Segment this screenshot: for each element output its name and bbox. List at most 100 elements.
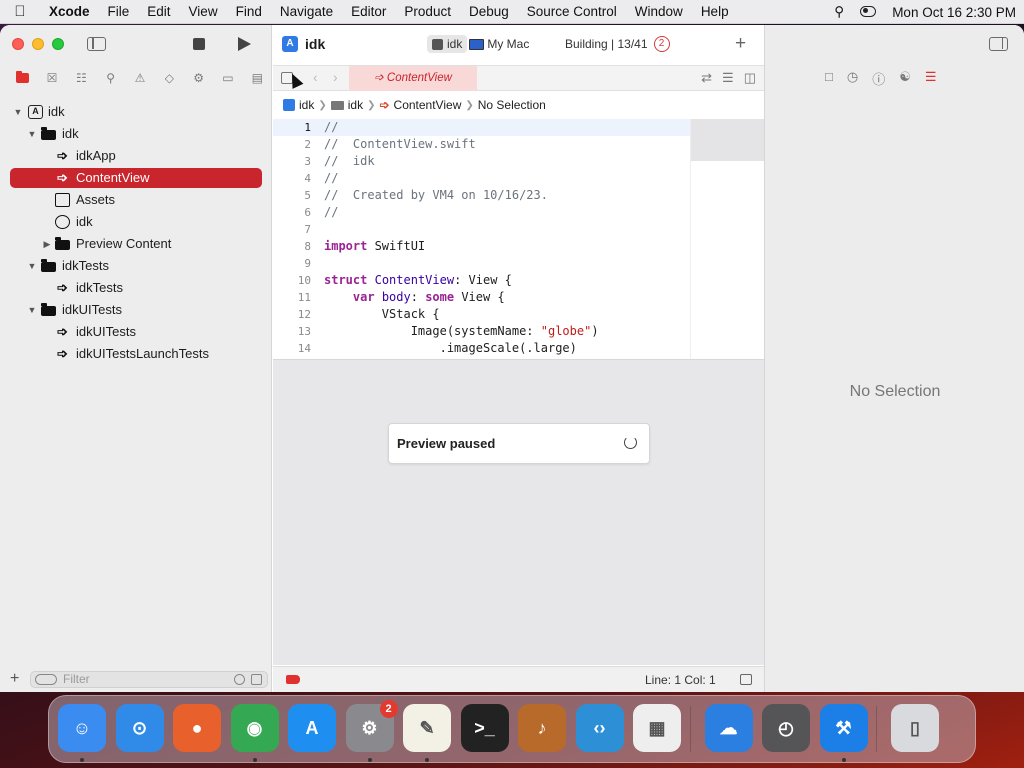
breakpoint-navigator-tab-icon[interactable]: ▭: [213, 69, 242, 87]
tree-item-idktests-folder[interactable]: ▼ idkTests: [0, 255, 272, 277]
debug-area-toggle-icon[interactable]: [740, 674, 752, 685]
code-text[interactable]: // Created by VM4 on 10/16/23.: [324, 187, 548, 204]
spotlight-icon[interactable]: ⚲: [826, 4, 852, 20]
code-text[interactable]: //: [324, 204, 338, 221]
finder-icon[interactable]: ☺: [58, 704, 106, 752]
code-line[interactable]: 4 //: [273, 170, 690, 187]
minimap-visible-region[interactable]: [691, 119, 765, 161]
code-line[interactable]: 1 //: [273, 119, 690, 136]
menu-view[interactable]: View: [180, 0, 227, 24]
source-control-filter-icon[interactable]: [251, 674, 262, 685]
minimize-window-button[interactable]: [32, 38, 44, 50]
code-text[interactable]: //: [324, 170, 338, 187]
tree-item-contentview[interactable]: ➩ ContentView: [0, 167, 272, 189]
terminal-icon[interactable]: >_: [460, 704, 509, 752]
chevron-down-icon[interactable]: ▼: [27, 299, 37, 321]
error-count-badge[interactable]: 2: [653, 36, 670, 52]
code-text[interactable]: // idk: [324, 153, 375, 170]
chevron-down-icon[interactable]: ▼: [13, 101, 23, 123]
add-editor-icon[interactable]: ◫: [744, 70, 756, 86]
menu-edit[interactable]: Edit: [138, 0, 179, 24]
back-arrow-icon[interactable]: ‹: [313, 69, 318, 85]
filter-options-icon[interactable]: [35, 674, 57, 685]
swap-editor-icon[interactable]: ⇄: [701, 70, 712, 86]
activity-icon[interactable]: ◴: [762, 704, 810, 752]
code-line[interactable]: 5 // Created by VM4 on 10/16/23.: [273, 187, 690, 204]
launchpad-icon[interactable]: ▦: [633, 704, 681, 752]
zoom-window-button[interactable]: [52, 38, 64, 50]
library-add-button[interactable]: +: [735, 33, 746, 55]
trash-icon[interactable]: ▯: [891, 704, 939, 752]
code-line[interactable]: 6 //: [273, 204, 690, 221]
close-window-button[interactable]: [12, 38, 24, 50]
stop-button[interactable]: [193, 38, 205, 50]
recent-files-icon[interactable]: [234, 674, 245, 685]
breadcrumb-symbol[interactable]: No Selection: [478, 98, 546, 112]
safari-icon[interactable]: ⊙: [115, 704, 164, 752]
symbol-navigator-tab-icon[interactable]: ☷: [67, 69, 96, 87]
menu-navigate[interactable]: Navigate: [271, 0, 342, 24]
scheme-selector[interactable]: idk My Mac: [427, 34, 529, 54]
source-control-tab-icon[interactable]: ☒: [37, 69, 66, 87]
chevron-down-icon[interactable]: ▼: [27, 123, 37, 145]
tree-item-idk-folder[interactable]: ▼ idk: [0, 123, 272, 145]
project-navigator-tab-icon[interactable]: [8, 69, 37, 87]
menubar-clock[interactable]: Mon Oct 16 2:30 PM: [884, 5, 1024, 20]
history-inspector-tab-icon[interactable]: ◷: [847, 69, 858, 88]
test-navigator-tab-icon[interactable]: ◇: [155, 69, 184, 87]
tree-item-idk-entitlements[interactable]: idk: [0, 211, 272, 233]
code-text[interactable]: VStack {: [324, 306, 440, 323]
code-text[interactable]: import SwiftUI: [324, 238, 425, 255]
file-inspector-tab-icon[interactable]: □: [825, 69, 833, 88]
tree-item-idk-project[interactable]: ▼ A idk: [0, 101, 272, 123]
breadcrumb-project[interactable]: idk: [299, 98, 314, 112]
garageband-icon[interactable]: ♪: [518, 704, 566, 752]
code-text[interactable]: // ContentView.swift: [324, 136, 476, 153]
code-line[interactable]: 7: [273, 221, 690, 238]
attributes-inspector-tab-icon[interactable]: ☰: [925, 69, 937, 88]
tree-item-idkuitests-folder[interactable]: ▼ idkUITests: [0, 299, 272, 321]
quick-help-tab-icon[interactable]: ⓘ: [872, 69, 885, 88]
preview-canvas[interactable]: Preview paused: [273, 359, 764, 665]
tree-item-assets[interactable]: Assets: [0, 189, 272, 211]
scheme-pill[interactable]: idk: [427, 35, 468, 53]
tab-contentview[interactable]: ➩ ContentView: [349, 66, 477, 91]
menu-app-name[interactable]: Xcode: [40, 0, 99, 24]
breadcrumb-folder[interactable]: idk: [348, 98, 363, 112]
tree-item-idkuitestslaunchtests[interactable]: ➩ idkUITestsLaunchTests: [0, 343, 272, 365]
code-line[interactable]: 14 .imageScale(.large): [273, 340, 690, 357]
code-text[interactable]: .imageScale(.large): [324, 340, 577, 357]
code-line[interactable]: 8 import SwiftUI: [273, 238, 690, 255]
find-navigator-tab-icon[interactable]: ⚲: [96, 69, 125, 87]
accessibility-tab-icon[interactable]: ☯: [899, 69, 911, 88]
add-file-button[interactable]: +: [10, 670, 19, 688]
code-text[interactable]: Image(systemName: "globe"): [324, 323, 599, 340]
breadcrumb-file[interactable]: ContentView: [394, 98, 462, 112]
debug-navigator-tab-icon[interactable]: ⚙: [184, 69, 213, 87]
app-store-icon[interactable]: A: [288, 704, 336, 752]
editor-options-icon[interactable]: ☰: [722, 70, 734, 86]
menu-source-control[interactable]: Source Control: [518, 0, 626, 24]
vscode-icon[interactable]: ‹›: [575, 704, 624, 752]
navigator-toggle-icon[interactable]: [87, 37, 106, 51]
menu-product[interactable]: Product: [395, 0, 460, 24]
chevron-right-icon[interactable]: ▶: [42, 233, 52, 255]
activity-view[interactable]: Building | 13/41 2: [565, 36, 670, 52]
code-line[interactable]: 9: [273, 255, 690, 272]
code-text[interactable]: struct ContentView: View {: [324, 272, 512, 289]
tree-item-idktests-file[interactable]: ➩ idkTests: [0, 277, 272, 299]
issue-navigator-tab-icon[interactable]: ⚠: [125, 69, 154, 87]
firefox-icon[interactable]: ●: [173, 704, 221, 752]
menu-debug[interactable]: Debug: [460, 0, 518, 24]
forward-arrow-icon[interactable]: ›: [333, 69, 338, 85]
source-editor[interactable]: 1 // 2 // ContentView.swift 3 // idk 4 // 5 // Cr…: [273, 119, 690, 383]
navigator-filter-input[interactable]: Filter: [30, 671, 268, 688]
refresh-icon[interactable]: [624, 436, 637, 449]
tree-item-idkuitests-file[interactable]: ➩ idkUITests: [0, 321, 272, 343]
menu-file[interactable]: File: [99, 0, 139, 24]
code-line[interactable]: 2 // ContentView.swift: [273, 136, 690, 153]
control-center-icon[interactable]: [852, 5, 884, 20]
tree-item-idkapp[interactable]: ➩ idkApp: [0, 145, 272, 167]
inspector-toggle-icon[interactable]: [989, 37, 1008, 51]
chrome-icon[interactable]: ◉: [230, 704, 279, 752]
